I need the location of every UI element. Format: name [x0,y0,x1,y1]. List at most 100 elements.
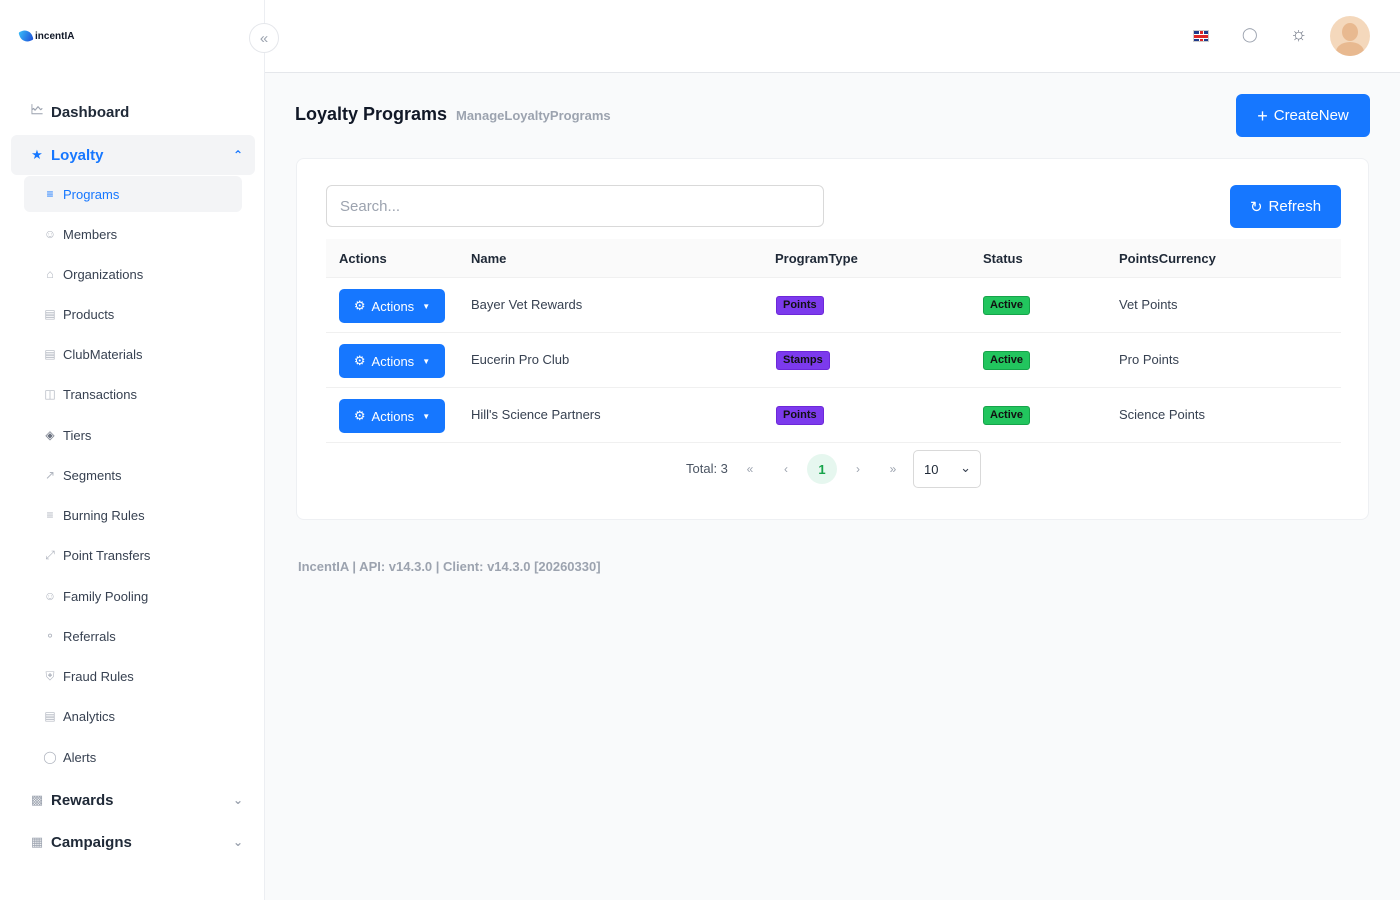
sidebar-item-organizations[interactable]: ⌂ Organizations [24,256,242,292]
status-badge: Active [983,351,1031,370]
collapse-sidebar-button[interactable]: « [249,23,279,53]
create-new-label: CreateNew [1273,107,1349,124]
gear-icon: ⚙ [353,298,366,313]
sidebar-item-label: Family Pooling [63,588,149,604]
sidebar-item-referrals[interactable]: ⚬ Referrals [24,618,242,654]
expand-icon: ⤢ [45,547,55,562]
home-icon: ⌂ [46,267,54,281]
sidebar-item-label: Rewards [51,791,114,809]
points-currency: Pro Points [1119,352,1179,367]
list-check-icon: ≡ [46,187,54,201]
actions-dropdown-button[interactable]: ⚙ Actions ▼ [339,289,445,323]
sidebar-item-programs[interactable]: ≡ Programs [24,176,242,212]
program-name: Bayer Vet Rewards [471,297,583,312]
layers-icon: ◈ [45,428,55,442]
program-name: Hill's Science Partners [471,407,601,422]
page-size-select[interactable]: 10 ⌄ [913,450,981,488]
sidebar-item-alerts[interactable]: ◯ Alerts [24,739,242,775]
actions-dropdown-button[interactable]: ⚙ Actions ▼ [339,399,445,433]
users-icon: ☺ [43,589,57,603]
sidebar-item-members[interactable]: ☺ Members [24,216,242,252]
actions-label: Actions [371,408,415,424]
chevron-down-icon: ⌄ [232,793,243,807]
sidebar-item-rewards[interactable]: ▩ Rewards ⌄ [11,780,255,820]
program-type-badge: Points [776,296,824,315]
chevron-up-icon: ⌃ [232,148,243,162]
refresh-label: Refresh [1268,198,1322,215]
sidebar-item-label: Transactions [63,386,137,402]
uk-flag-icon[interactable] [1193,30,1209,42]
program-type-badge: Points [776,406,824,425]
sidebar-item-label: Campaigns [51,833,132,851]
column-header-name[interactable]: Name [471,251,506,266]
calendar-icon: ▦ [30,834,44,849]
page-size-value: 10 [924,461,939,477]
create-new-button[interactable]: + CreateNew [1236,94,1370,137]
sidebar-item-campaigns[interactable]: ▦ Campaigns ⌄ [11,822,255,862]
gear-icon: ⚙ [353,408,366,423]
sidebar-item-fraud-rules[interactable]: ⛨ Fraud Rules [24,658,242,694]
sidebar-item-label: Fraud Rules [63,668,134,684]
list-check-icon: ≡ [46,508,54,522]
sidebar-item-segments[interactable]: ↗ Segments [24,457,242,493]
database-icon: ◫ [44,387,56,401]
sidebar-item-label: Burning Rules [63,507,145,523]
gear-icon: ⚙ [353,353,366,368]
column-header-points-currency[interactable]: PointsCurrency [1119,251,1216,266]
sidebar-item-clubmaterials[interactable]: ▤ ClubMaterials [24,336,242,372]
sidebar-item-label: Analytics [63,708,116,724]
sidebar-item-label: Segments [63,467,122,483]
program-name: Eucerin Pro Club [471,352,570,367]
bell-icon: ◯ [43,750,57,764]
sidebar-item-dashboard[interactable]: 🗠 Dashboard [11,92,255,132]
sidebar-item-transactions[interactable]: ◫ Transactions [24,376,242,412]
sidebar-item-point-transfers[interactable]: ⤢ Point Transfers [24,537,242,573]
top-header: ◯ ☼ [265,0,1400,73]
double-chevron-left-icon: « [259,29,269,47]
sidebar-item-products[interactable]: ▤ Products [24,296,242,332]
avatar[interactable] [1330,16,1370,56]
status-badge: Active [983,406,1031,425]
sun-icon[interactable]: ☼ [1290,24,1310,45]
sidebar: incentIA 🗠 Dashboard ★ Loyalty ⌃ ≡ Progr… [0,0,265,900]
brand-logo[interactable]: incentIA [18,14,80,58]
table-header: Actions Name ProgramType Status PointsCu… [326,239,1341,278]
sidebar-item-family-pooling[interactable]: ☺ Family Pooling [24,578,242,614]
sidebar-item-loyalty[interactable]: ★ Loyalty ⌃ [11,135,255,175]
star-icon: ★ [31,147,43,162]
next-page-icon[interactable]: › [843,454,873,484]
column-header-status[interactable]: Status [983,251,1023,266]
users-icon: ☺ [43,227,57,241]
sidebar-item-burning-rules[interactable]: ≡ Burning Rules [24,497,242,533]
refresh-button[interactable]: ↻ Refresh [1230,185,1341,228]
sidebar-item-tiers[interactable]: ◈ Tiers [24,417,242,453]
version-footer: IncentIA | API: v14.3.0 | Client: v14.3.… [298,559,601,574]
first-page-icon[interactable]: « [735,454,765,484]
caret-down-icon: ▼ [422,356,431,366]
page-button-current[interactable]: 1 [807,454,837,484]
table-row: ⚙ Actions ▼ Eucerin Pro Club Stamps Acti… [326,333,1341,388]
sidebar-item-label: Point Transfers [63,547,151,563]
refresh-icon: ↻ [1249,198,1263,216]
total-count: Total: 3 [686,461,728,476]
column-header-program-type[interactable]: ProgramType [775,251,858,266]
sidebar-item-analytics[interactable]: ▤ Analytics [24,698,242,734]
chart-icon: 🗠 [30,102,44,117]
programs-card: ↻ Refresh Actions Name ProgramType Statu… [296,158,1369,520]
caret-down-icon: ▼ [422,301,431,311]
sidebar-item-label: Referrals [63,628,116,644]
actions-dropdown-button[interactable]: ⚙ Actions ▼ [339,344,445,378]
last-page-icon[interactable]: » [878,454,908,484]
bell-icon[interactable]: ◯ [1242,26,1258,44]
file-icon: ▤ [44,307,56,321]
sidebar-item-label: ClubMaterials [63,346,143,362]
points-currency: Vet Points [1119,297,1178,312]
prev-page-icon[interactable]: ‹ [771,454,801,484]
sidebar-item-label: Members [63,226,118,242]
page-subtitle: ManageLoyaltyPrograms [456,108,611,123]
sidebar-item-label: Alerts [63,749,97,765]
plus-icon: + [1257,105,1268,126]
search-input[interactable] [326,185,824,227]
sidebar-item-label: Dashboard [51,103,130,121]
sidebar-item-label: Programs [63,186,120,202]
